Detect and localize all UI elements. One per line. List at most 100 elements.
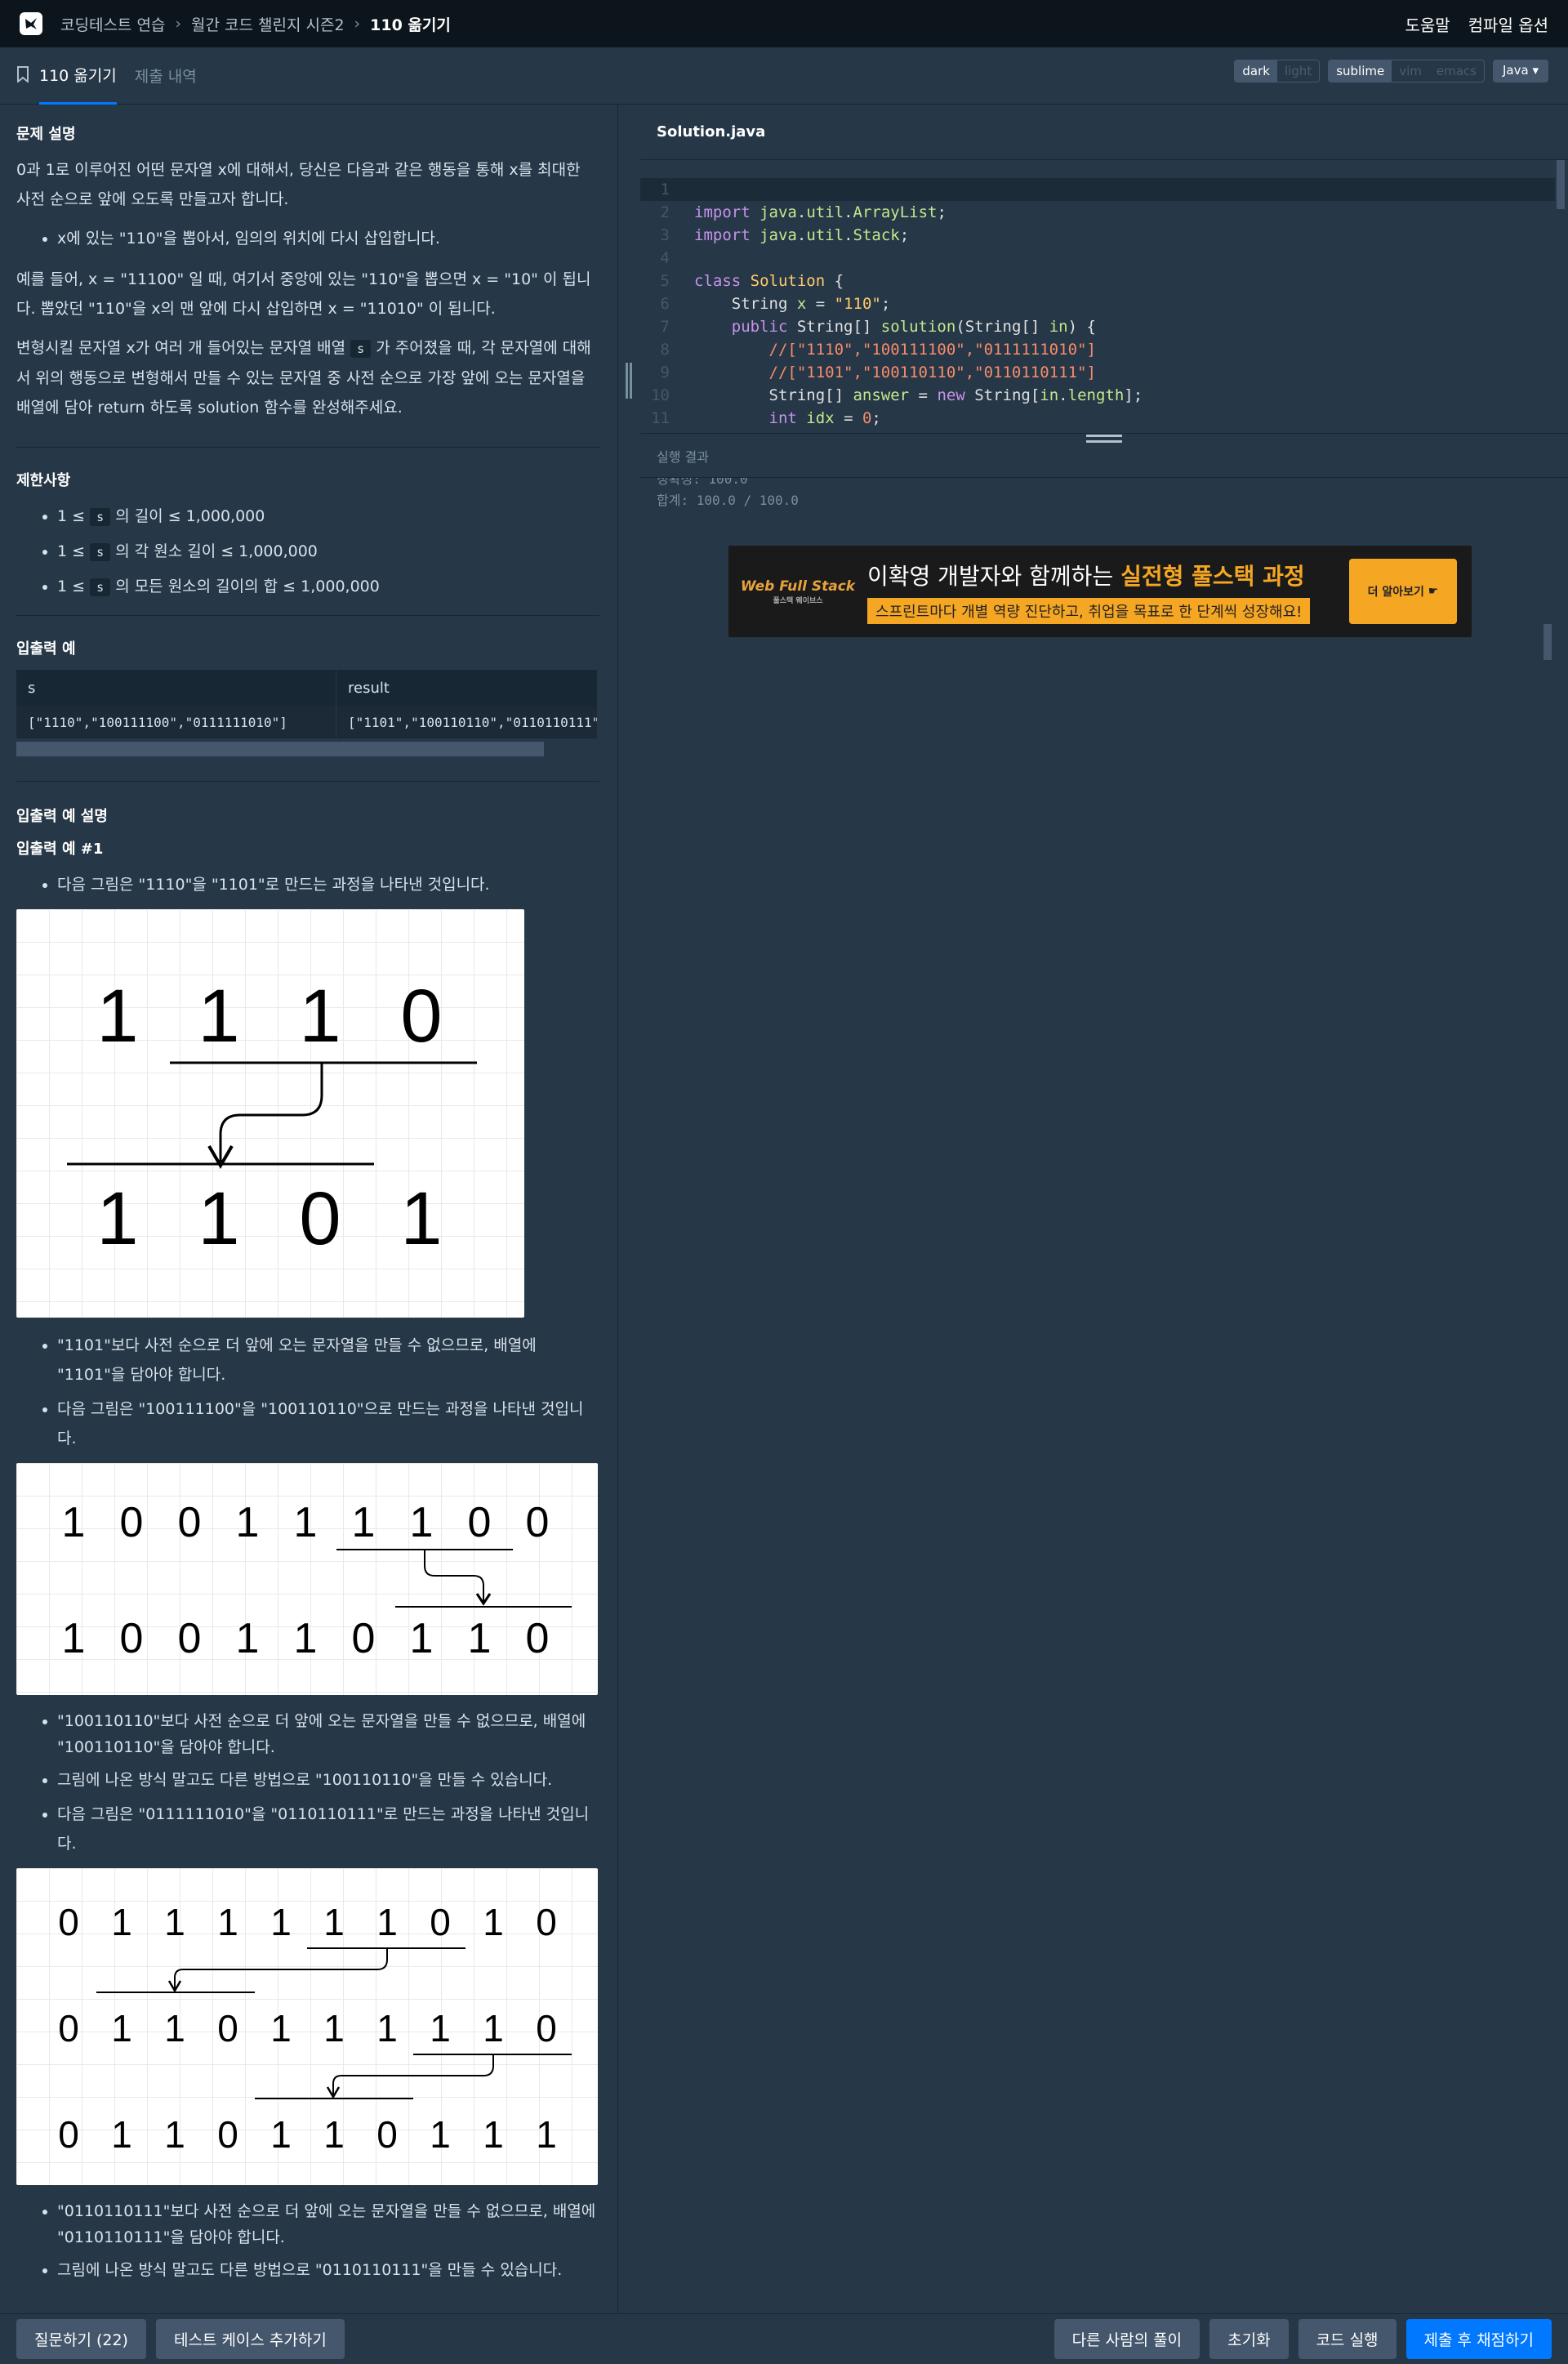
- result-scrollbar[interactable]: [1544, 624, 1552, 660]
- compile-options-link[interactable]: 컴파일 옵션: [1468, 12, 1548, 36]
- figure-digit: 0: [376, 2113, 398, 2156]
- figure-digit: 0: [58, 1901, 79, 1943]
- bookmark-icon[interactable]: [16, 65, 29, 86]
- section-divider: [16, 447, 599, 448]
- theme-dark-button[interactable]: dark: [1235, 60, 1277, 82]
- figure-digit: 1: [299, 975, 341, 1058]
- constraint-item: 1 ≤ s 의 각 원소 길이 ≤ 1,000,000: [57, 537, 599, 567]
- figure-digit: 1: [323, 2007, 345, 2050]
- figure-digit: 1: [111, 2113, 132, 2156]
- figure-digit: 1: [164, 1901, 185, 1943]
- run-clipped-line: 정확성: 100.0: [657, 478, 748, 487]
- figure-digit: 1: [294, 1615, 318, 1662]
- theme-toggle: dark light: [1234, 60, 1321, 83]
- language-select[interactable]: Java ▾: [1493, 60, 1548, 83]
- keymap-sublime-button[interactable]: sublime: [1329, 60, 1392, 82]
- editor-filename: Solution.java: [640, 105, 1568, 160]
- figure-digit: 0: [120, 1499, 144, 1546]
- code-editor[interactable]: Solution.java 1 2 import java.util.ArrayL…: [640, 105, 1568, 433]
- figure-digit: 1: [164, 2007, 185, 2050]
- code-line: 5 class Solution {: [660, 272, 844, 290]
- figure-digit: 1: [400, 1177, 442, 1260]
- figure-digit: 1: [536, 2113, 557, 2156]
- run-total: 합계: 100.0 / 100.0: [657, 493, 799, 508]
- ad-banner[interactable]: Web Full Stack 풀스택 웨이브스 이확영 개발자와 함께하는 실전형…: [728, 546, 1472, 637]
- figure-digit: 1: [62, 1615, 86, 1662]
- figure-digit: 1: [430, 2113, 451, 2156]
- chevron-right-icon: ›: [175, 15, 182, 33]
- run-code-button[interactable]: 코드 실행: [1298, 2319, 1396, 2359]
- problem-pane: 문제 설명 0과 1로 이루어진 어떤 문자열 x에 대해서, 당신은 다음과 …: [0, 105, 617, 2313]
- figure-digit: 0: [178, 1499, 202, 1546]
- reset-button[interactable]: 초기화: [1209, 2319, 1289, 2359]
- pointing-hand-icon: ☛: [1428, 585, 1439, 598]
- code-line: 1: [640, 178, 1555, 201]
- example-bullet: "1101"보다 사전 순으로 더 앞에 오는 문자열을 만들 수 없으므로, …: [57, 1331, 599, 1389]
- tab-problem[interactable]: 110 옮기기: [39, 47, 117, 105]
- figure-digit: 1: [217, 1901, 238, 1943]
- example-bullet: 그림에 나온 방식 말고도 다른 방법으로 "100110110"을 만들 수 …: [57, 1765, 599, 1795]
- help-link[interactable]: 도움말: [1405, 12, 1450, 36]
- ask-question-button[interactable]: 질문하기 (22): [16, 2319, 146, 2359]
- banner-learn-more-button[interactable]: 더 알아보기 ☛: [1349, 559, 1457, 624]
- table-header: result: [336, 670, 598, 707]
- editor-options: dark light sublime vim emacs Java ▾: [1234, 60, 1548, 83]
- figure-digit: 0: [430, 1901, 451, 1943]
- code-line: 3 import java.util.Stack;: [660, 226, 910, 244]
- theme-light-button[interactable]: light: [1277, 60, 1319, 82]
- pane-splitter[interactable]: [617, 105, 640, 2313]
- section-divider: [16, 781, 599, 782]
- programmers-logo-icon[interactable]: [20, 12, 42, 35]
- submit-button[interactable]: 제출 후 채점하기: [1405, 2319, 1552, 2359]
- figure-digit: 0: [58, 2007, 79, 2050]
- figure-digit: 1: [294, 1499, 318, 1546]
- add-test-case-button[interactable]: 테스트 케이스 추가하기: [155, 2319, 345, 2359]
- figure-digit: 0: [178, 1615, 202, 1662]
- breadcrumb: 코딩테스트 연습 › 월간 코드 챌린지 시즌2 › 110 옮기기: [60, 13, 451, 35]
- code-line: 7 public String[] solution(String[] in) …: [660, 318, 1096, 336]
- figure-digit: 0: [526, 1499, 550, 1546]
- example-bullet: "100110110"보다 사전 순으로 더 앞에 오는 문자열을 만들 수 없…: [57, 1708, 599, 1760]
- keymap-emacs-button[interactable]: emacs: [1429, 60, 1484, 82]
- example-bullet: 다음 그림은 "1110"을 "1101"로 만드는 과정을 나타낸 것입니다.: [57, 870, 599, 899]
- chevron-right-icon: ›: [354, 15, 361, 33]
- example-bullet: 다음 그림은 "0111111010"을 "0110110111"로 만드는 과…: [57, 1800, 599, 1858]
- figure-digit: 1: [323, 2113, 345, 2156]
- figure-digit: 0: [536, 2007, 557, 2050]
- code-line: 9 //["1101","100110110","0110110111"]: [660, 364, 1096, 381]
- splitter-grip-handle[interactable]: [626, 363, 632, 399]
- example-figure-1: 1110 1101: [16, 909, 524, 1318]
- figure-digit: 1: [111, 1901, 132, 1943]
- figure-digit: 1: [352, 1499, 376, 1546]
- problem-paragraph-3: 변형시킬 문자열 x가 여러 개 들어있는 문자열 배열 s 가 주어졌을 때,…: [16, 339, 591, 417]
- tab-submissions[interactable]: 제출 내역: [135, 47, 197, 105]
- figure-digit: 0: [468, 1499, 492, 1546]
- breadcrumb-item-practice[interactable]: 코딩테스트 연습: [60, 13, 165, 35]
- figure-digit: 0: [299, 1177, 341, 1260]
- figure-digit: 1: [236, 1499, 260, 1546]
- caret-down-icon: ▾: [1532, 63, 1539, 78]
- code-line: 4: [660, 249, 670, 267]
- keymap-vim-button[interactable]: vim: [1392, 60, 1429, 82]
- others-solutions-button[interactable]: 다른 사람의 풀이: [1054, 2319, 1200, 2359]
- figure-digit: 1: [198, 1177, 239, 1260]
- figure-digit: 1: [270, 2007, 292, 2050]
- figure-digit: 0: [400, 975, 442, 1058]
- keymap-toggle: sublime vim emacs: [1328, 60, 1485, 83]
- figure-digit: 1: [468, 1615, 492, 1662]
- figure-digit: 1: [236, 1615, 260, 1662]
- table-horizontal-scrollbar[interactable]: [16, 742, 544, 756]
- figure-digit: 1: [270, 2113, 292, 2156]
- footer-toolbar: 질문하기 (22) 테스트 케이스 추가하기 다른 사람의 풀이 초기화 코드 …: [0, 2313, 1568, 2364]
- example-figure-3: 0111111010 0110111110 0110110111: [16, 1868, 598, 2185]
- breadcrumb-item-challenge[interactable]: 월간 코드 챌린지 시즌2: [191, 13, 345, 35]
- figure-digit: 1: [270, 1901, 292, 1943]
- figure-digit: 0: [352, 1615, 376, 1662]
- breadcrumb-item-current: 110 옮기기: [370, 16, 451, 34]
- code-lines[interactable]: 1 2 import java.util.ArrayList; 3 import j…: [640, 178, 1555, 430]
- code-line: 8 //["1110","100111100","0111111010"]: [660, 341, 1096, 359]
- editor-scrollbar[interactable]: [1557, 160, 1565, 209]
- figure-digit: 1: [483, 1901, 504, 1943]
- figure-digit: 1: [483, 2007, 504, 2050]
- code-line: 10 String[] answer = new String[in.lengt…: [651, 386, 1143, 404]
